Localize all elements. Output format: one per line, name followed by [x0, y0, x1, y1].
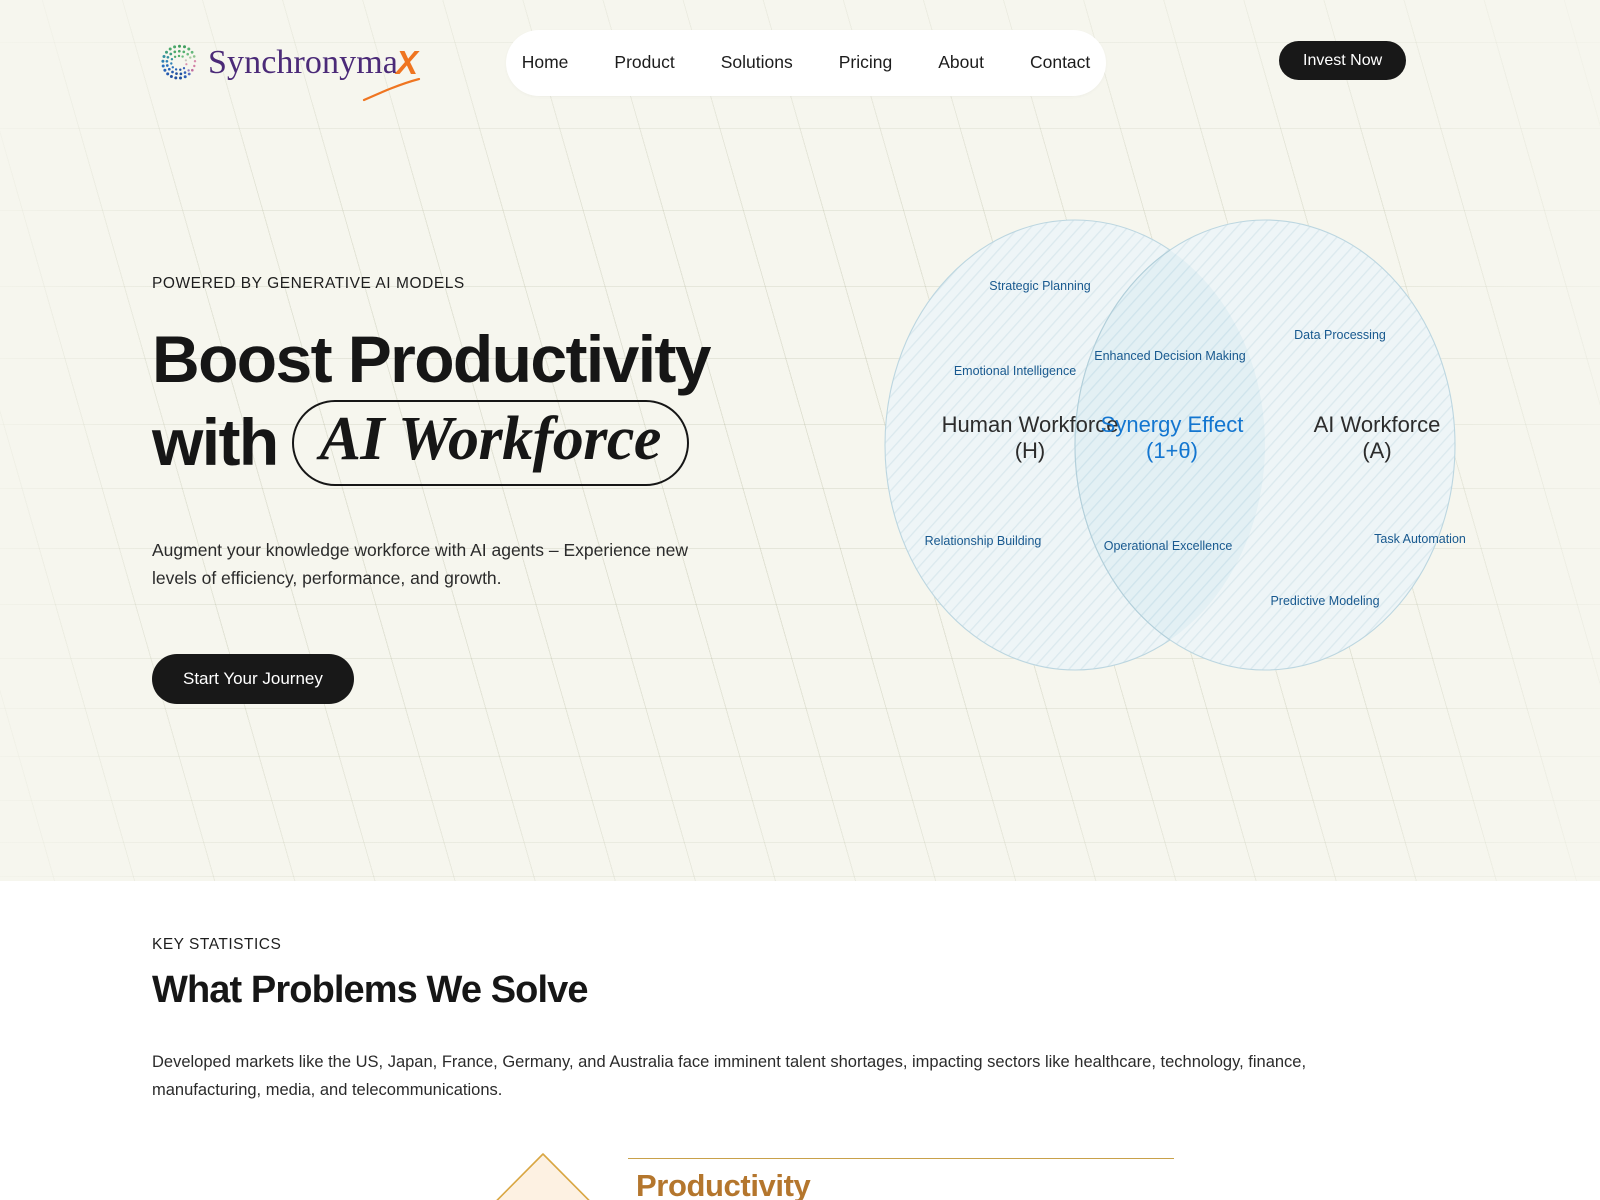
nav-item-home[interactable]: Home — [499, 54, 592, 72]
headline-pill-ai-workforce: AI Workforce — [291, 400, 689, 486]
nav-item-contact[interactable]: Contact — [1007, 54, 1113, 72]
stats-paragraph: Developed markets like the US, Japan, Fr… — [152, 1053, 1307, 1100]
x-swash-icon — [362, 78, 421, 102]
venn-diagram: Strategic Planning Emotional Intelligenc… — [820, 205, 1520, 685]
main-navigation: Home Product Solutions Pricing About Con… — [506, 30, 1106, 96]
venn-tag-operational-excellence: Operational Excellence — [1104, 539, 1233, 553]
hero-content: POWERED BY GENERATIVE AI MODELS Boost Pr… — [152, 275, 772, 705]
nav-item-pricing[interactable]: Pricing — [816, 54, 916, 72]
venn-tag-task-automation: Task Automation — [1374, 532, 1466, 546]
brand-name-text: Synchronyma — [208, 43, 398, 81]
brand-logo[interactable]: Synchronyma X — [158, 38, 421, 102]
venn-symbol-human: (H) — [1015, 438, 1046, 463]
venn-label-ai-workforce: AI Workforce — [1314, 412, 1441, 437]
venn-label-synergy-effect: Synergy Effect — [1101, 412, 1244, 437]
hero-eyebrow: POWERED BY GENERATIVE AI MODELS — [152, 275, 465, 292]
brand-wordmark: Synchronyma X — [208, 45, 418, 80]
key-statistics-section: KEY STATISTICS What Problems We Solve De… — [0, 881, 1600, 1200]
headline-with-word: with — [152, 405, 279, 480]
venn-tag-emotional-intelligence: Emotional Intelligence — [954, 364, 1076, 378]
site-header: Synchronyma X Home Product Solutions Pric… — [0, 0, 1600, 122]
nav-item-product[interactable]: Product — [591, 54, 697, 72]
nav-item-solutions[interactable]: Solutions — [698, 54, 816, 72]
venn-tag-enhanced-decision-making: Enhanced Decision Making — [1094, 349, 1246, 363]
landing-page: Synchronyma X Home Product Solutions Pric… — [0, 0, 1600, 1200]
stats-title: What Problems We Solve — [152, 969, 589, 1011]
card-divider — [628, 1158, 1174, 1159]
venn-tag-relationship-building: Relationship Building — [925, 534, 1042, 548]
headline-line-2: with AI Workforce — [152, 400, 772, 486]
venn-symbol-synergy: (1+θ) — [1146, 438, 1198, 463]
hero-section: Synchronyma X Home Product Solutions Pric… — [0, 0, 1600, 881]
venn-tag-strategic-planning: Strategic Planning — [989, 279, 1091, 293]
venn-tag-predictive-modeling: Predictive Modeling — [1270, 594, 1379, 608]
headline-line-1: Boost Productivity — [152, 322, 712, 396]
stats-eyebrow: KEY STATISTICS — [152, 936, 282, 953]
hero-headline: Boost Productivity with AI Workforce — [152, 322, 772, 486]
venn-label-human-workforce: Human Workforce — [942, 412, 1119, 437]
diamond-decoration-icon — [496, 1153, 590, 1200]
hero-paragraph: Augment your knowledge workforce with AI… — [152, 539, 688, 589]
dotted-c-logo-icon — [161, 44, 197, 80]
venn-symbol-ai: (A) — [1362, 438, 1391, 463]
invest-now-button[interactable]: Invest Now — [1279, 41, 1407, 80]
brand-x-accent: X — [395, 43, 419, 81]
start-your-journey-button[interactable]: Start Your Journey — [152, 654, 354, 705]
venn-tag-data-processing: Data Processing — [1294, 328, 1386, 342]
nav-item-about[interactable]: About — [915, 54, 1007, 72]
venn-diagram-svg: Strategic Planning Emotional Intelligenc… — [884, 219, 1466, 671]
